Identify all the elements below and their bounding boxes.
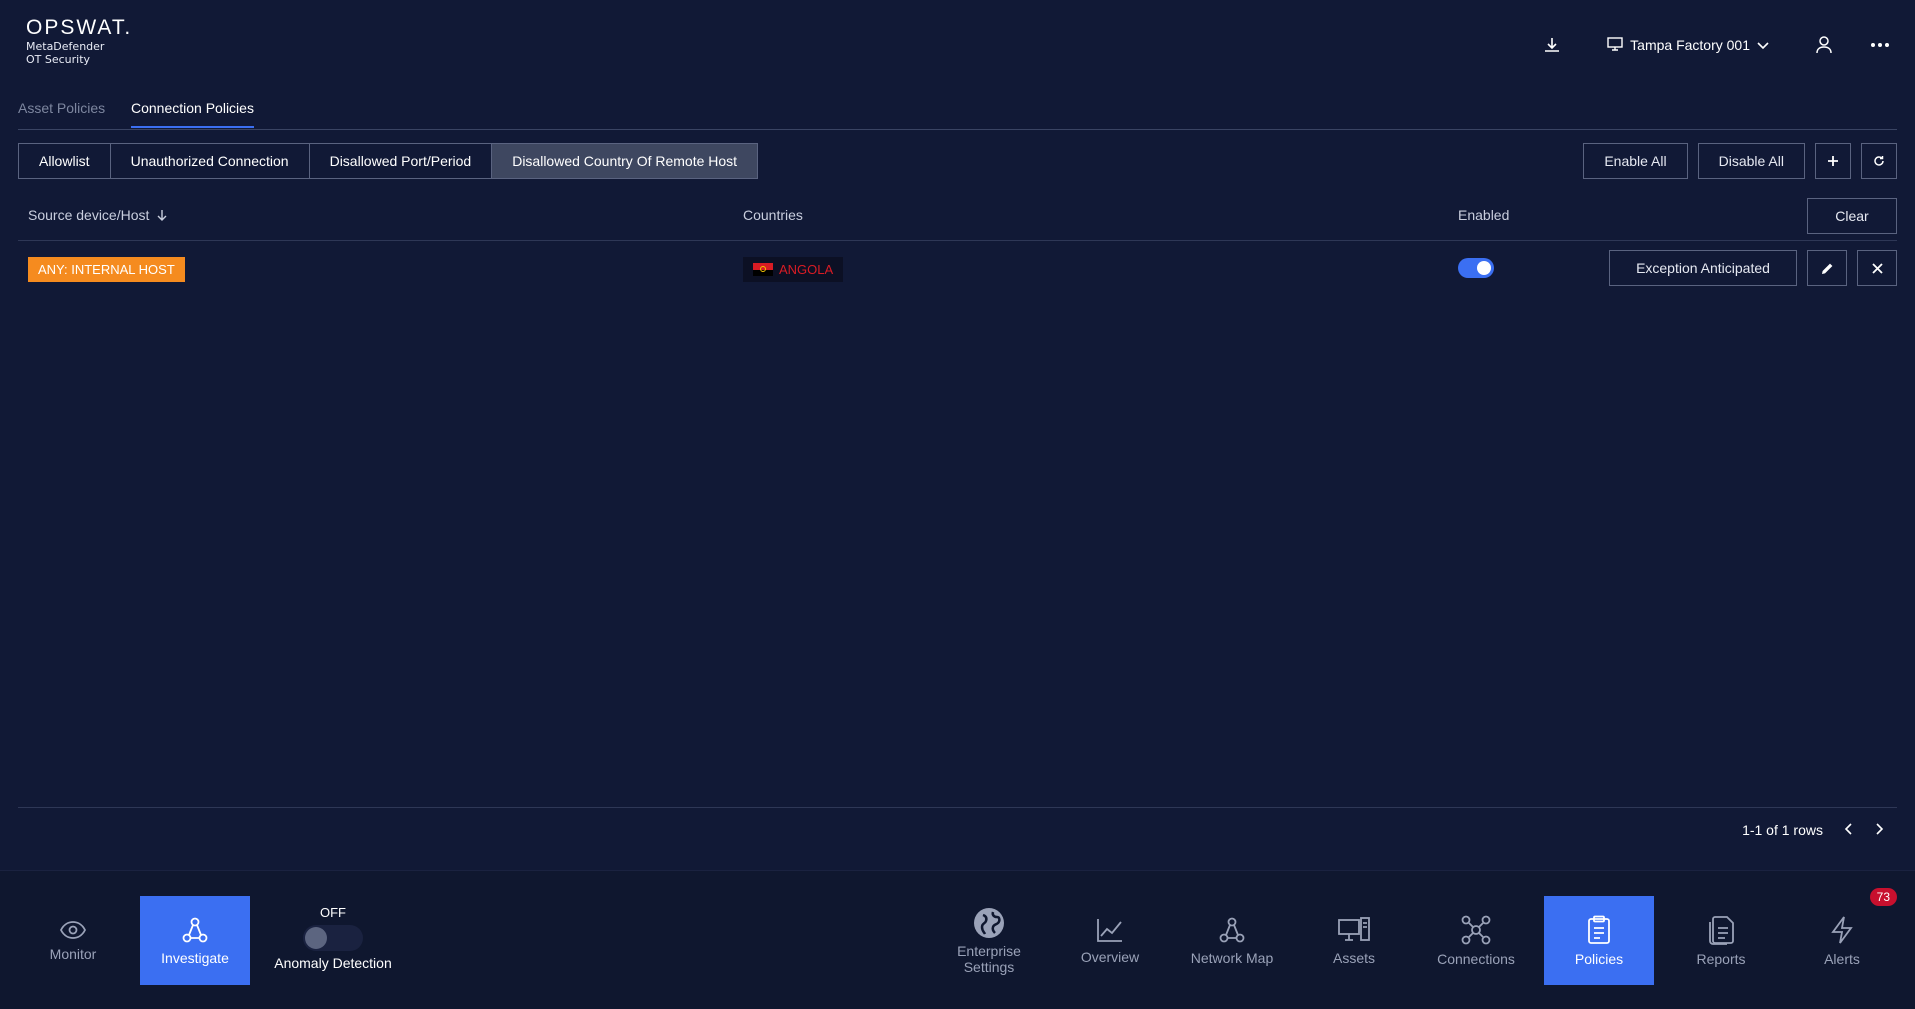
add-policy-button[interactable] bbox=[1815, 143, 1851, 179]
nav-alerts[interactable]: Alerts 73 bbox=[1787, 888, 1897, 985]
connections-icon bbox=[1461, 915, 1491, 944]
edit-button[interactable] bbox=[1807, 250, 1847, 286]
nav-enterprise-label-2: Settings bbox=[963, 958, 1015, 975]
clear-button[interactable]: Clear bbox=[1807, 198, 1897, 234]
nav-policies-label: Policies bbox=[1574, 950, 1624, 967]
exception-anticipated-button[interactable]: Exception Anticipated bbox=[1609, 250, 1797, 286]
chevron-left-icon bbox=[1844, 823, 1852, 835]
delete-button[interactable] bbox=[1857, 250, 1897, 286]
nav-connections-label: Connections bbox=[1437, 950, 1515, 967]
download-icon[interactable] bbox=[1535, 30, 1569, 60]
nav-reports-label: Reports bbox=[1696, 950, 1746, 967]
policy-type-filter: Allowlist Unauthorized Connection Disall… bbox=[18, 143, 759, 179]
chevron-right-icon bbox=[1876, 823, 1884, 835]
anomaly-detection: OFF Anomaly Detection bbox=[268, 905, 398, 971]
user-icon[interactable] bbox=[1807, 30, 1841, 60]
product-line-1: MetaDefender bbox=[26, 40, 105, 53]
brand-name: OPSWAT. bbox=[26, 16, 133, 39]
country-name: ANGOLA bbox=[779, 262, 834, 277]
top-bar: OPSWAT. MetaDefender OT Security Tampa F… bbox=[0, 0, 1915, 90]
nav-assets[interactable]: Assets bbox=[1299, 896, 1409, 985]
country-tag: ANGOLA bbox=[743, 257, 844, 282]
next-page-button[interactable] bbox=[1873, 822, 1887, 838]
opswat-logo[interactable]: OPSWAT. MetaDefender OT Security bbox=[26, 16, 132, 66]
pagination: 1-1 of 1 rows bbox=[1742, 822, 1887, 838]
more-options-icon[interactable] bbox=[1863, 30, 1897, 60]
filter-allowlist[interactable]: Allowlist bbox=[19, 144, 111, 178]
anomaly-detection-toggle[interactable] bbox=[303, 925, 363, 951]
nav-reports[interactable]: Reports bbox=[1666, 896, 1776, 985]
anomaly-detection-label: Anomaly Detection bbox=[274, 955, 392, 971]
nav-overview-label: Overview bbox=[1080, 948, 1140, 965]
policy-actions: Enable All Disable All bbox=[1583, 143, 1897, 179]
nav-alerts-label: Alerts bbox=[1824, 950, 1860, 967]
lightning-icon bbox=[1831, 915, 1853, 944]
nav-connections[interactable]: Connections bbox=[1421, 896, 1531, 985]
refresh-icon bbox=[1874, 156, 1884, 166]
nav-overview[interactable]: Overview bbox=[1055, 896, 1165, 985]
site-name: Tampa Factory 001 bbox=[1630, 37, 1750, 53]
source-host-tag[interactable]: ANY: INTERNAL HOST bbox=[28, 257, 185, 282]
pencil-icon bbox=[1821, 263, 1832, 274]
network-map-icon bbox=[1219, 917, 1245, 942]
column-enabled: Enabled bbox=[1458, 207, 1510, 223]
nav-investigate-label: Investigate bbox=[161, 949, 229, 966]
network-tree-icon bbox=[182, 917, 208, 942]
pagination-summary: 1-1 of 1 rows bbox=[1742, 822, 1823, 838]
chevron-down-icon bbox=[1757, 37, 1769, 53]
filter-unauthorized-connection[interactable]: Unauthorized Connection bbox=[111, 144, 310, 178]
close-icon bbox=[1871, 262, 1883, 274]
nav-investigate[interactable]: Investigate bbox=[140, 896, 250, 985]
nav-network-map-label: Network Map bbox=[1190, 949, 1274, 966]
table-footer-divider bbox=[18, 807, 1897, 808]
nav-network-map[interactable]: Network Map bbox=[1177, 896, 1287, 985]
nav-enterprise-label-1: Enterprise bbox=[957, 942, 1021, 959]
line-chart-icon bbox=[1097, 918, 1122, 942]
nav-assets-label: Assets bbox=[1332, 949, 1375, 966]
nav-monitor[interactable]: Monitor bbox=[18, 896, 128, 985]
enable-all-button[interactable]: Enable All bbox=[1583, 143, 1688, 179]
table-header: Source device/Host Countries Enabled Cle… bbox=[18, 198, 1897, 241]
plus-icon bbox=[1828, 156, 1838, 166]
devices-icon bbox=[1338, 916, 1370, 941]
sort-down-icon bbox=[157, 210, 167, 221]
eye-icon bbox=[59, 920, 87, 939]
nav-monitor-label: Monitor bbox=[49, 945, 97, 962]
column-countries: Countries bbox=[743, 207, 803, 223]
refresh-button[interactable] bbox=[1861, 143, 1897, 179]
nav-enterprise-settings[interactable]: Enterprise Settings bbox=[934, 896, 1044, 985]
tab-asset-policies[interactable]: Asset Policies bbox=[18, 100, 105, 126]
monitor-icon bbox=[1607, 36, 1623, 54]
policy-tabs: Asset Policies Connection Policies bbox=[18, 98, 1897, 130]
table-row: ANY: INTERNAL HOST ANGOLA Exception Anti… bbox=[18, 250, 1897, 288]
globe-icon bbox=[974, 907, 1004, 938]
column-source-label: Source device/Host bbox=[28, 207, 150, 223]
site-selector[interactable]: Tampa Factory 001 bbox=[1607, 36, 1769, 54]
alerts-count-badge: 73 bbox=[1869, 888, 1897, 906]
row-actions: Exception Anticipated bbox=[1609, 250, 1897, 286]
filter-disallowed-port-period[interactable]: Disallowed Port/Period bbox=[310, 144, 493, 178]
reports-icon bbox=[1709, 915, 1734, 945]
column-source[interactable]: Source device/Host bbox=[28, 207, 167, 223]
clipboard-icon bbox=[1588, 915, 1610, 944]
filter-disallowed-country[interactable]: Disallowed Country Of Remote Host bbox=[492, 144, 758, 178]
top-right-controls: Tampa Factory 001 bbox=[1535, 30, 1897, 60]
tab-connection-policies[interactable]: Connection Policies bbox=[131, 100, 254, 128]
bottom-navigation: Monitor Investigate OFF Anomaly Detectio… bbox=[0, 870, 1915, 1009]
product-line-2: OT Security bbox=[26, 53, 91, 66]
previous-page-button[interactable] bbox=[1841, 822, 1855, 838]
nav-policies[interactable]: Policies bbox=[1544, 896, 1654, 985]
angola-flag-icon bbox=[753, 263, 773, 276]
disable-all-button[interactable]: Disable All bbox=[1697, 143, 1805, 179]
enabled-toggle[interactable] bbox=[1458, 258, 1494, 278]
anomaly-state: OFF bbox=[320, 905, 346, 920]
